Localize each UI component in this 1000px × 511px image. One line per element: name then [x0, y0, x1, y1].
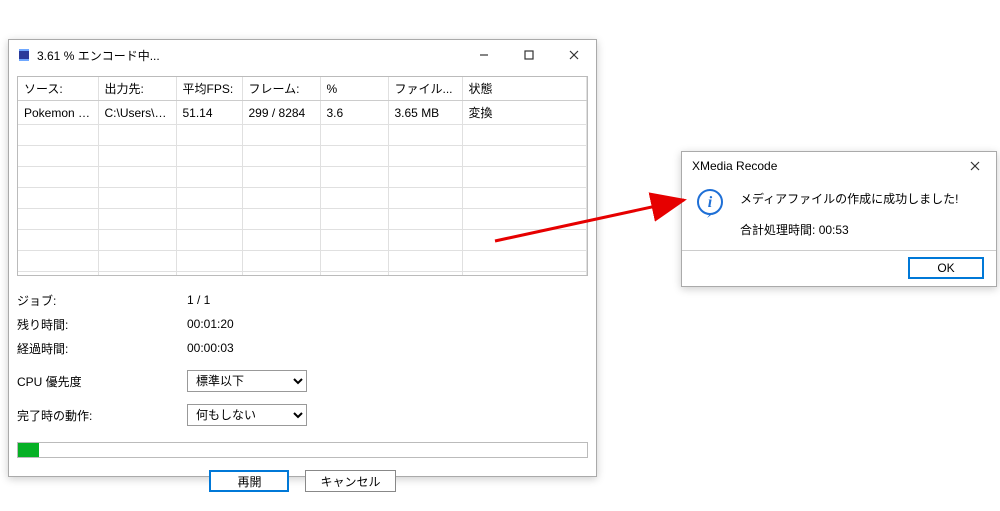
- svg-text:i: i: [708, 194, 713, 211]
- dialog-title: XMedia Recode: [692, 159, 777, 173]
- table-row: .: [18, 272, 587, 277]
- job-value: 1 / 1: [187, 293, 210, 307]
- maximize-button[interactable]: [506, 40, 551, 70]
- remaining-time-value: 00:01:20: [187, 317, 234, 331]
- minimize-button[interactable]: [461, 40, 506, 70]
- col-dest[interactable]: 出力先:: [98, 77, 176, 101]
- table-row: .: [18, 146, 587, 167]
- resume-button[interactable]: 再開: [209, 470, 289, 492]
- progress-bar: [17, 442, 588, 458]
- table-row[interactable]: Pokemon Jo... C:\Users\A... 51.14 299 / …: [18, 101, 587, 125]
- total-time-label: 合計処理時間:: [740, 223, 815, 237]
- dialog-message: メディアファイルの作成に成功しました!: [740, 190, 984, 207]
- table-row: .: [18, 188, 587, 209]
- total-time-value: 00:53: [819, 223, 849, 237]
- cancel-button[interactable]: キャンセル: [305, 470, 395, 492]
- cpu-priority-select[interactable]: 標準以下: [187, 370, 307, 392]
- titlebar[interactable]: 3.61 % エンコード中...: [9, 40, 596, 70]
- cell-percent: 3.6: [320, 101, 388, 125]
- close-button[interactable]: [551, 40, 596, 70]
- col-avg-fps[interactable]: 平均FPS:: [176, 77, 242, 101]
- encoding-progress-window: 3.61 % エンコード中... ソース: 出力先: 平均FPS:: [8, 39, 597, 477]
- progress-fill: [18, 443, 39, 457]
- table-row: .: [18, 209, 587, 230]
- table-row: .: [18, 251, 587, 272]
- on-complete-select[interactable]: 何もしない: [187, 404, 307, 426]
- window-title: 3.61 % エンコード中...: [37, 47, 160, 64]
- cell-dest: C:\Users\A...: [98, 101, 176, 125]
- table-row: .: [18, 167, 587, 188]
- col-file-size[interactable]: ファイル...: [388, 77, 462, 101]
- col-percent[interactable]: %: [320, 77, 388, 101]
- col-status[interactable]: 状態: [462, 77, 587, 101]
- table-row: .: [18, 125, 587, 146]
- app-icon: [17, 48, 31, 62]
- dialog-close-button[interactable]: [954, 152, 996, 180]
- on-complete-label: 完了時の動作:: [17, 407, 187, 424]
- ok-button[interactable]: OK: [908, 257, 984, 279]
- col-source[interactable]: ソース:: [18, 77, 98, 101]
- cpu-priority-label: CPU 優先度: [17, 373, 187, 390]
- jobs-table[interactable]: ソース: 出力先: 平均FPS: フレーム: % ファイル... 状態 Poke…: [17, 76, 588, 276]
- col-frame[interactable]: フレーム:: [242, 77, 320, 101]
- cell-frame: 299 / 8284: [242, 101, 320, 125]
- job-label: ジョブ:: [17, 292, 187, 309]
- table-row: .: [18, 230, 587, 251]
- cell-status: 変換: [462, 101, 587, 125]
- cell-source: Pokemon Jo...: [18, 101, 98, 125]
- cell-file-size: 3.65 MB: [388, 101, 462, 125]
- elapsed-time-label: 経過時間:: [17, 340, 187, 357]
- remaining-time-label: 残り時間:: [17, 316, 187, 333]
- info-icon: i: [694, 188, 726, 220]
- dialog-titlebar[interactable]: XMedia Recode: [682, 152, 996, 180]
- completion-dialog: XMedia Recode i メディアファイルの作成に成功しました! 合計処理…: [681, 151, 997, 287]
- cell-avg-fps: 51.14: [176, 101, 242, 125]
- elapsed-time-value: 00:00:03: [187, 341, 234, 355]
